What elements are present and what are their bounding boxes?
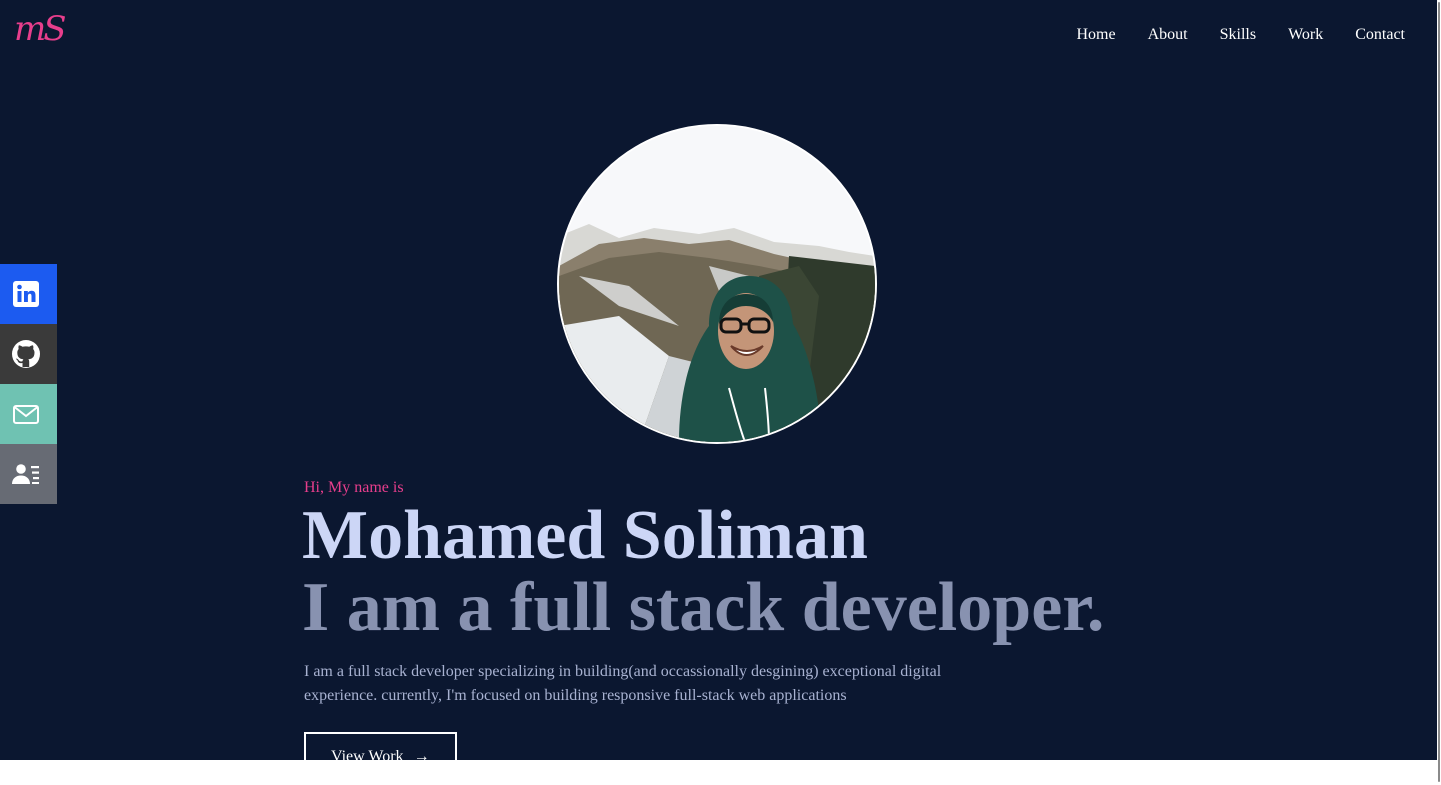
nav-skills[interactable]: Skills [1220, 26, 1256, 44]
view-work-label: View Work [331, 748, 404, 760]
contact-card-icon [12, 464, 39, 484]
nav-home[interactable]: Home [1077, 26, 1116, 44]
mail-icon [13, 405, 39, 424]
hero-tagline: I am a full stack developer. [302, 569, 1105, 646]
scrollbar[interactable] [1437, 0, 1441, 785]
hero-name: Mohamed Soliman [302, 497, 868, 574]
linkedin-icon [13, 281, 39, 307]
nav-work[interactable]: Work [1288, 26, 1323, 44]
logo[interactable]: mS [14, 12, 67, 46]
resume-link[interactable] [0, 444, 57, 504]
profile-photo-illustration [559, 126, 875, 442]
github-link[interactable] [0, 324, 57, 384]
greeting-text: Hi, My name is [304, 479, 404, 496]
top-nav: Home About Skills Work Contact [1077, 26, 1406, 44]
profile-photo [557, 124, 877, 444]
hero-intro: I am a full stack developer specializing… [304, 663, 942, 704]
arrow-right-icon: → [413, 748, 430, 760]
github-icon [12, 340, 40, 368]
nav-contact[interactable]: Contact [1355, 26, 1405, 44]
view-work-button[interactable]: View Work → [304, 732, 457, 760]
nav-about[interactable]: About [1148, 26, 1188, 44]
scrollbar-thumb[interactable] [1438, 2, 1440, 782]
linkedin-link[interactable] [0, 264, 57, 324]
social-sidebar [0, 264, 57, 504]
page: mS Home About Skills Work Contact Hi, My… [0, 0, 1437, 760]
email-link[interactable] [0, 384, 57, 444]
